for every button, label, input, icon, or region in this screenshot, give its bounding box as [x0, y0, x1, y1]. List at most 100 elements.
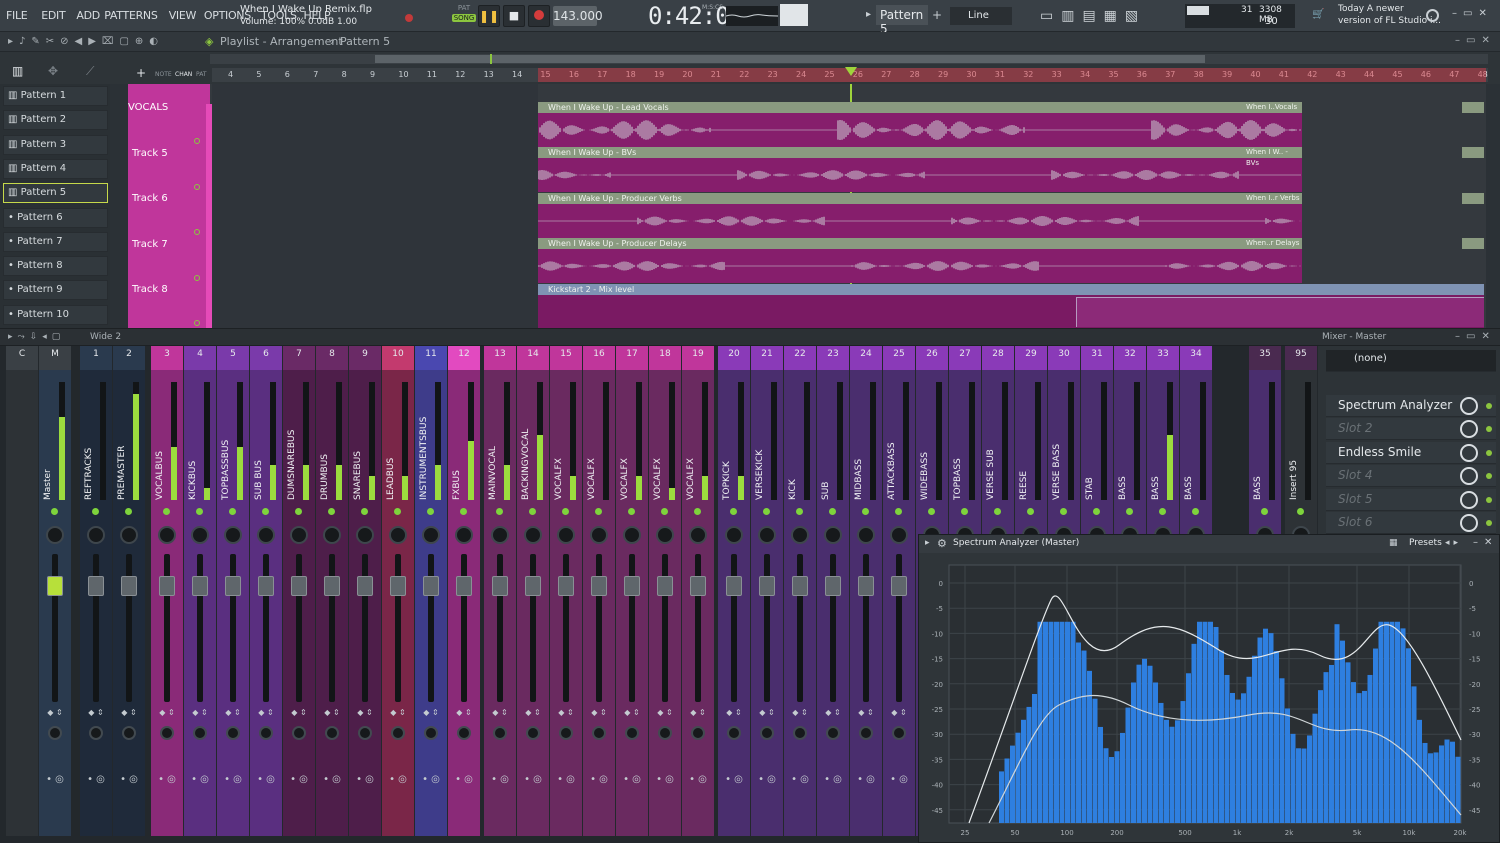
- strip-enable-led[interactable]: [295, 508, 302, 515]
- pan-knob[interactable]: [857, 526, 875, 544]
- pattern-item[interactable]: • Pattern 10: [3, 304, 108, 325]
- pattern-item[interactable]: • Pattern 7: [3, 231, 108, 252]
- strip-enable-led[interactable]: [1261, 508, 1268, 515]
- strip-enable-led[interactable]: [529, 508, 536, 515]
- stereo-sep-icon[interactable]: ◆ ⇕: [115, 708, 143, 717]
- pattern-item[interactable]: ▥ Pattern 2: [3, 110, 108, 131]
- effect-slot[interactable]: Slot 4: [1326, 465, 1496, 487]
- strip-enable-led[interactable]: [661, 508, 668, 515]
- mixer-strip[interactable]: 8 DRUMBUS ◆ ⇕ • ◎: [316, 346, 348, 836]
- stereo-sep-icon[interactable]: ◆ ⇕: [651, 708, 679, 717]
- strip-enable-led[interactable]: [1093, 508, 1100, 515]
- volume-fader[interactable]: [47, 576, 63, 596]
- volume-fader[interactable]: [792, 576, 808, 596]
- route-icon[interactable]: • ◎: [256, 774, 276, 785]
- route-icon[interactable]: • ◎: [889, 774, 909, 785]
- move-icon[interactable]: ✥: [48, 64, 58, 78]
- pause-button[interactable]: ❚❚: [478, 5, 500, 27]
- track-label[interactable]: Track 7: [128, 239, 168, 250]
- pan-knob[interactable]: [257, 526, 275, 544]
- strip-enable-led[interactable]: [1297, 508, 1304, 515]
- slot-mix-knob[interactable]: [1460, 490, 1478, 509]
- stereo-sep-icon[interactable]: ◆ ⇕: [186, 708, 214, 717]
- stereo-knob[interactable]: [226, 726, 240, 740]
- volume-fader[interactable]: [492, 576, 508, 596]
- volume-fader[interactable]: [225, 576, 241, 596]
- strip-enable-led[interactable]: [262, 508, 269, 515]
- clip-title[interactable]: When I Wake Up - Producer Delays: [538, 238, 1234, 250]
- pattern-item[interactable]: • Pattern 6: [3, 207, 108, 228]
- stereo-sep-icon[interactable]: ◆ ⇕: [720, 708, 748, 717]
- pan-knob[interactable]: [356, 526, 374, 544]
- stereo-knob[interactable]: [658, 726, 672, 740]
- pan-knob[interactable]: [87, 526, 105, 544]
- pattern-item[interactable]: ▥ Pattern 5: [3, 183, 108, 204]
- clip-title[interactable]: When I Wake Up - BVs: [538, 147, 1234, 159]
- pan-knob[interactable]: [689, 526, 707, 544]
- strip-enable-led[interactable]: [628, 508, 635, 515]
- volume-fader[interactable]: [726, 576, 742, 596]
- pan-knob[interactable]: [422, 526, 440, 544]
- clip-title-repeat[interactable]: When I..r Verbs: [1234, 192, 1302, 204]
- route-icon[interactable]: • ◎: [823, 774, 843, 785]
- route-icon[interactable]: • ◎: [589, 774, 609, 785]
- mixer-strip[interactable]: 13 MAINVOCAL ◆ ⇕ • ◎: [484, 346, 516, 836]
- strip-enable-led[interactable]: [496, 508, 503, 515]
- stereo-knob[interactable]: [193, 726, 207, 740]
- strip-enable-led[interactable]: [1126, 508, 1133, 515]
- add-pattern-icon[interactable]: +: [932, 8, 942, 22]
- stereo-sep-icon[interactable]: ◆ ⇕: [753, 708, 781, 717]
- audio-clip-waveform[interactable]: [538, 113, 1302, 147]
- effect-slot[interactable]: Slot 2: [1326, 418, 1496, 440]
- stereo-sep-icon[interactable]: ◆ ⇕: [417, 708, 445, 717]
- stereo-knob[interactable]: [325, 726, 339, 740]
- strip-enable-led[interactable]: [928, 508, 935, 515]
- cart-icon[interactable]: 🛒: [1312, 9, 1324, 20]
- strip-enable-led[interactable]: [51, 508, 58, 515]
- track-mute-led[interactable]: [194, 320, 200, 326]
- route-icon[interactable]: • ◎: [223, 774, 243, 785]
- stereo-sep-icon[interactable]: ◆ ⇕: [153, 708, 181, 717]
- pan-knob[interactable]: [120, 526, 138, 544]
- strip-enable-led[interactable]: [763, 508, 770, 515]
- audio-clip-waveform[interactable]: [537, 203, 1302, 238]
- stereo-sep-icon[interactable]: ◆ ⇕: [318, 708, 346, 717]
- menu-edit[interactable]: EDIT: [41, 9, 65, 22]
- strip-enable-led[interactable]: [796, 508, 803, 515]
- pan-knob[interactable]: [824, 526, 842, 544]
- volume-fader[interactable]: [88, 576, 104, 596]
- pan-knob[interactable]: [557, 526, 575, 544]
- track-label[interactable]: Track 5: [128, 148, 168, 159]
- route-icon[interactable]: • ◎: [655, 774, 675, 785]
- presets-button[interactable]: Presets: [1409, 538, 1442, 548]
- pattern-item[interactable]: • Pattern 8: [3, 256, 108, 277]
- strip-enable-led[interactable]: [994, 508, 1001, 515]
- automation-clip[interactable]: [538, 294, 1484, 329]
- snap-selector[interactable]: Line: [950, 7, 1012, 25]
- input-selector[interactable]: (none): [1326, 350, 1496, 372]
- strip-enable-led[interactable]: [562, 508, 569, 515]
- pan-knob[interactable]: [890, 526, 908, 544]
- mixer-strip[interactable]: 4 KICKBUS ◆ ⇕ • ◎: [184, 346, 216, 836]
- volume-fader[interactable]: [390, 576, 406, 596]
- mixer-tools[interactable]: ▸⤳⇩◂▢: [8, 332, 65, 342]
- strip-enable-led[interactable]: [361, 508, 368, 515]
- strip-enable-led[interactable]: [229, 508, 236, 515]
- volume-fader[interactable]: [657, 576, 673, 596]
- effect-slot[interactable]: Spectrum Analyzer: [1326, 394, 1496, 417]
- automation-curve[interactable]: [1076, 296, 1484, 327]
- volume-fader[interactable]: [121, 576, 137, 596]
- mixer-strip[interactable]: 6 SUB BUS ◆ ⇕ • ◎: [250, 346, 282, 836]
- stereo-knob[interactable]: [727, 726, 741, 740]
- track-mute-led[interactable]: [194, 138, 200, 144]
- mixer-strip[interactable]: 19 VOCALFX ◆ ⇕ • ◎: [682, 346, 714, 836]
- pan-knob[interactable]: [656, 526, 674, 544]
- mixer-strip[interactable]: 15 VOCALFX ◆ ⇕ • ◎: [550, 346, 582, 836]
- clip-title[interactable]: When I Wake Up - Producer Verbs: [538, 192, 1234, 204]
- route-icon[interactable]: • ◎: [119, 774, 139, 785]
- pattern-item[interactable]: ▥ Pattern 3: [3, 134, 108, 155]
- slot-mix-knob[interactable]: [1460, 420, 1478, 438]
- stereo-knob[interactable]: [48, 726, 62, 740]
- route-icon[interactable]: • ◎: [454, 774, 474, 785]
- pan-knob[interactable]: [590, 526, 608, 544]
